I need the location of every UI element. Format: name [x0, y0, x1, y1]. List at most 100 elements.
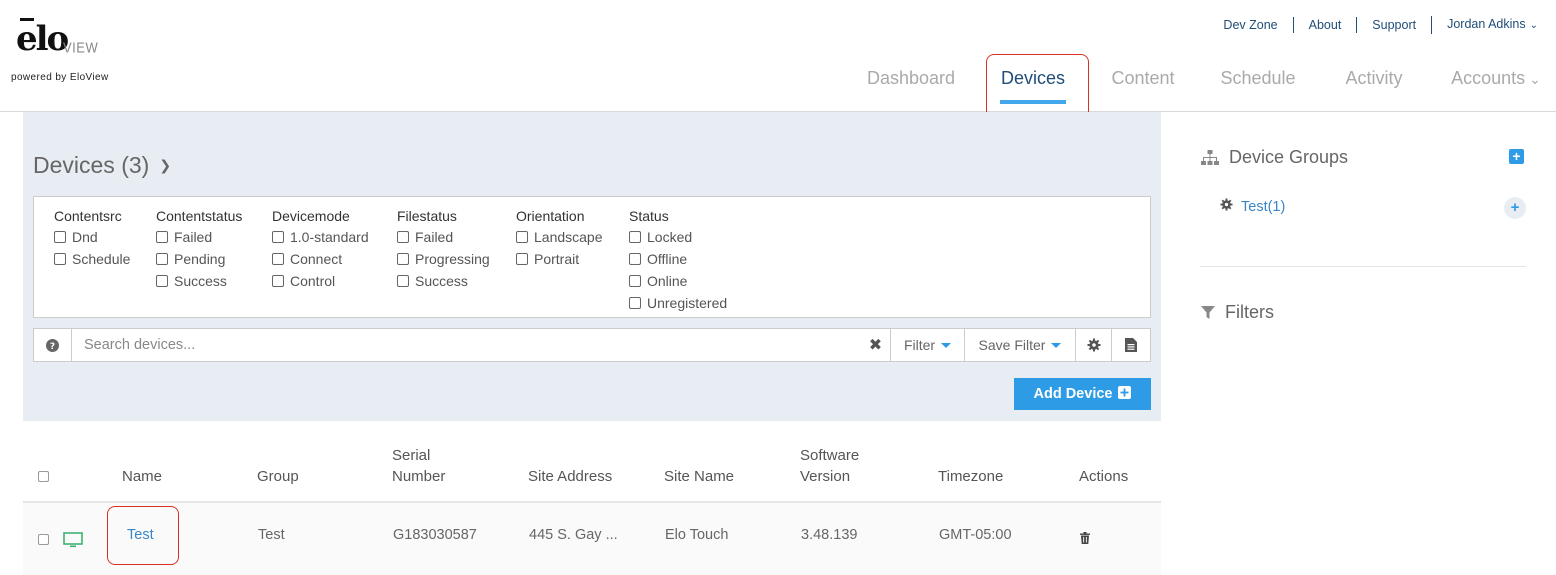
filter-checkbox[interactable]: Portrait	[516, 248, 603, 270]
checkbox-icon[interactable]	[629, 275, 641, 287]
dev-zone-link[interactable]: Dev Zone	[1208, 17, 1292, 33]
checkbox-icon[interactable]	[156, 275, 168, 287]
add-device-button[interactable]: Add Device	[1014, 378, 1151, 410]
save-filter-dropdown-button[interactable]: Save Filter	[965, 329, 1076, 361]
checkbox-icon[interactable]	[516, 231, 528, 243]
add-device-label: Add Device	[1033, 386, 1113, 402]
svg-text:?: ?	[50, 342, 55, 352]
devices-title[interactable]: Devices (3) ❯	[33, 152, 171, 179]
filter-button-label: Filter	[903, 337, 936, 353]
checkbox-icon[interactable]	[629, 231, 641, 243]
filter-group-title: Contentstatus	[156, 208, 243, 224]
group-item-test[interactable]: Test(1)	[1220, 198, 1285, 215]
device-name-link[interactable]: Test	[127, 527, 154, 543]
group-item-label: Test(1)	[1241, 198, 1286, 215]
filter-checkbox[interactable]: Locked	[629, 226, 727, 248]
filter-checkbox[interactable]: 1.0-standard	[272, 226, 369, 248]
column-header-site-name[interactable]: Site Name	[664, 466, 734, 487]
filter-group-orientation: Orientation Landscape Portrait	[516, 208, 603, 270]
column-header-serial-line2: Number	[392, 468, 446, 485]
checkbox-icon[interactable]	[397, 231, 409, 243]
caret-down-icon	[1051, 342, 1062, 348]
device-groups-title: Device Groups	[1229, 147, 1349, 167]
filter-checkbox[interactable]: Dnd	[54, 226, 130, 248]
filter-checkbox[interactable]: Success	[397, 270, 490, 292]
column-header-serial-line1: Serial	[392, 447, 431, 464]
filter-dropdown-button[interactable]: Filter	[891, 329, 965, 361]
checkbox-icon[interactable]	[156, 253, 168, 265]
column-header-software-line2: Version	[800, 468, 851, 485]
filter-checkbox[interactable]: Schedule	[54, 248, 130, 270]
chevron-down-icon: ❯	[159, 157, 172, 173]
filter-checkbox[interactable]: Offline	[629, 248, 727, 270]
export-document-icon[interactable]	[1112, 329, 1150, 361]
help-icon[interactable]: ?	[34, 329, 72, 361]
about-link[interactable]: About	[1292, 17, 1357, 33]
search-input[interactable]	[72, 329, 861, 361]
filter-group-title: Filestatus	[397, 208, 457, 224]
checkbox-icon[interactable]	[629, 253, 641, 265]
hierarchy-icon	[1201, 149, 1219, 165]
nav-activity[interactable]: Activity	[1344, 60, 1404, 112]
column-header-software[interactable]: Software Version	[800, 445, 859, 487]
column-header-name[interactable]: Name	[122, 466, 162, 487]
select-all-checkbox[interactable]	[38, 471, 49, 482]
add-group-plus-icon[interactable]: +	[1509, 149, 1524, 164]
monitor-icon	[63, 532, 83, 553]
nav-devices[interactable]: Devices	[1000, 60, 1066, 112]
chevron-down-icon: ⌄	[1529, 20, 1538, 31]
clear-search-icon[interactable]: ✖	[861, 329, 891, 361]
checkbox-icon[interactable]	[272, 231, 284, 243]
support-link[interactable]: Support	[1356, 17, 1431, 33]
devices-title-text: Devices (3)	[33, 152, 150, 178]
filter-checkbox[interactable]: Failed	[156, 226, 242, 248]
delete-trash-icon[interactable]	[1080, 531, 1090, 549]
checkbox-icon[interactable]	[516, 253, 528, 265]
filter-checkbox[interactable]: Success	[156, 270, 242, 292]
checkbox-icon[interactable]	[54, 253, 66, 265]
settings-gear-icon[interactable]	[1076, 329, 1112, 361]
top-links: Dev Zone About Support Jordan Adkins ⌄	[1208, 16, 1538, 34]
user-menu[interactable]: Jordan Adkins ⌄	[1431, 16, 1538, 34]
column-header-site-address[interactable]: Site Address	[528, 466, 612, 487]
checkbox-icon[interactable]	[272, 275, 284, 287]
filter-checkbox[interactable]: Control	[272, 270, 369, 292]
save-filter-label: Save Filter	[978, 337, 1046, 353]
column-header-serial[interactable]: Serial Number	[392, 445, 445, 487]
row-checkbox[interactable]	[38, 534, 49, 545]
column-header-timezone[interactable]: Timezone	[938, 466, 1003, 487]
nav-accounts[interactable]: Accounts ⌄	[1450, 60, 1542, 112]
filter-checkbox[interactable]: Failed	[397, 226, 490, 248]
checkbox-icon[interactable]	[156, 231, 168, 243]
nav-content[interactable]: Content	[1111, 60, 1175, 112]
filter-group-title: Status	[629, 208, 669, 224]
filter-checkbox[interactable]: Pending	[156, 248, 242, 270]
gear-icon	[1220, 198, 1233, 215]
device-timezone: GMT-05:00	[939, 527, 1012, 543]
checkbox-icon[interactable]	[272, 253, 284, 265]
checkbox-icon[interactable]	[397, 253, 409, 265]
table-row[interactable]: Test Test G183030587 445 S. Gay ... Elo …	[23, 503, 1161, 575]
nav-schedule[interactable]: Schedule	[1220, 60, 1296, 112]
nav-accounts-label: Accounts	[1451, 68, 1526, 88]
filter-checkbox[interactable]: Progressing	[397, 248, 490, 270]
filters-title: Filters	[1225, 302, 1274, 322]
elo-view-logo[interactable]: elo VIEW	[16, 18, 98, 56]
filter-checkbox[interactable]: Unregistered	[629, 292, 727, 314]
filter-checkbox[interactable]: Connect	[272, 248, 369, 270]
filter-group-contentsrc: Contentsrc Dnd Schedule	[54, 208, 130, 270]
filter-checkbox[interactable]: Online	[629, 270, 727, 292]
filter-checkbox[interactable]: Landscape	[516, 226, 603, 248]
filters-header[interactable]: Filters	[1201, 302, 1274, 323]
checkbox-icon[interactable]	[629, 297, 641, 309]
checkbox-icon[interactable]	[397, 275, 409, 287]
nav-dashboard[interactable]: Dashboard	[867, 60, 955, 112]
filter-group-status: Status Locked Offline Online Unregistere…	[629, 208, 727, 314]
add-subgroup-plus-icon[interactable]: +	[1504, 197, 1526, 219]
column-header-group[interactable]: Group	[257, 466, 299, 487]
filter-panel: Contentsrc Dnd Schedule Contentstatus Fa…	[33, 196, 1151, 318]
user-name: Jordan Adkins	[1447, 17, 1526, 31]
sidebar-divider	[1200, 266, 1526, 267]
checkbox-icon[interactable]	[54, 231, 66, 243]
filter-group-title: Contentsrc	[54, 208, 122, 224]
